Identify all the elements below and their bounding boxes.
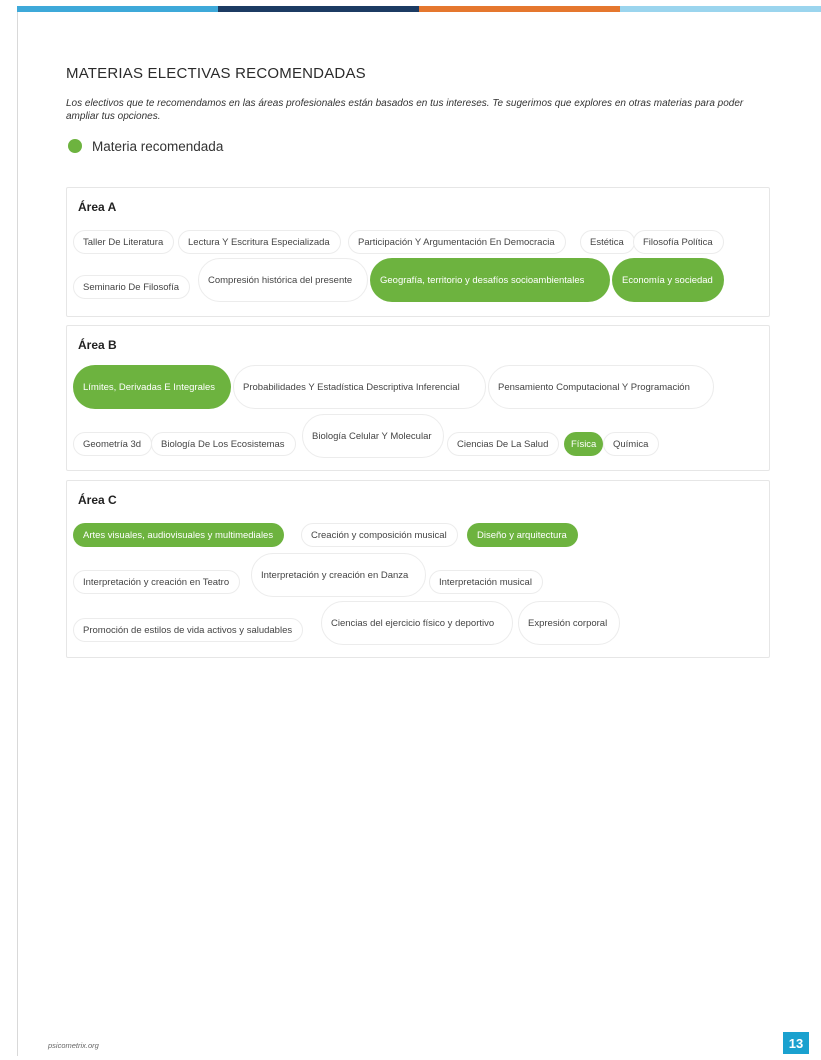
subject-chip[interactable]: Economía y sociedad	[612, 258, 724, 302]
report-header: MATERIAS ELECTIVAS RECOMENDADAS Los elec…	[66, 64, 770, 154]
subject-chip[interactable]: Promoción de estilos de vida activos y s…	[73, 618, 304, 642]
subject-chip[interactable]: Ciencias De La Salud	[447, 432, 560, 456]
subject-label: Promoción de estilos de vida activos y s…	[83, 624, 293, 636]
subject-label: Taller De Literatura	[83, 236, 164, 248]
subject-chip[interactable]: Geometría 3d	[73, 432, 153, 456]
subject-label: Filosofía Política	[643, 236, 713, 248]
footer-url[interactable]: psicometrix.org	[48, 1041, 99, 1050]
subject-label: Expresión corporal	[528, 617, 608, 629]
subject-label: Geometría 3d	[83, 438, 142, 450]
subject-chip[interactable]: Interpretación y creación en Danza	[251, 553, 426, 597]
subject-chip[interactable]: Límites, Derivadas E Integrales	[73, 365, 231, 409]
subject-chip[interactable]: Probabilidades Y Estadística Descriptiva…	[233, 365, 486, 409]
subject-label: Seminario De Filosofía	[83, 281, 180, 293]
subject-label: Participación Y Argumentación En Democra…	[358, 236, 555, 248]
topbar-segment	[218, 6, 419, 12]
subject-label: Diseño y arquitectura	[477, 529, 567, 541]
subject-chip[interactable]: Lectura Y Escritura Especializada	[178, 230, 341, 254]
topbar-segment	[620, 6, 821, 12]
subject-chip[interactable]: Biología De Los Ecosistemas	[151, 432, 296, 456]
subject-chip[interactable]: Diseño y arquitectura	[467, 523, 578, 547]
subject-label: Compresión histórica del presente	[208, 274, 353, 286]
subject-label: Lectura Y Escritura Especializada	[188, 236, 330, 248]
subject-chip[interactable]: Ciencias del ejercicio físico y deportiv…	[321, 601, 513, 645]
subject-label: Química	[613, 438, 649, 450]
subject-chip[interactable]: Taller De Literatura	[73, 230, 175, 254]
subject-chip[interactable]: Seminario De Filosofía	[73, 275, 191, 299]
area-title: Área B	[78, 338, 117, 352]
subject-chip[interactable]: Expresión corporal	[518, 601, 620, 645]
legend: Materia recomendada	[66, 138, 770, 154]
subject-label: Interpretación y creación en Teatro	[83, 576, 230, 588]
legend-label: Materia recomendada	[92, 138, 224, 154]
subject-chip[interactable]: Interpretación y creación en Teatro	[73, 570, 241, 594]
subject-chip[interactable]: Artes visuales, audiovisuales y multimed…	[73, 523, 285, 547]
page-title: MATERIAS ELECTIVAS RECOMENDADAS	[66, 65, 366, 82]
subject-label: Biología Celular Y Molecular	[312, 430, 432, 442]
subject-label: Física	[571, 438, 597, 450]
area-title: Área C	[78, 493, 117, 507]
subject-chip[interactable]: Creación y composición musical	[301, 523, 458, 547]
subject-label: Interpretación y creación en Danza	[261, 569, 409, 581]
subject-chip[interactable]: Participación Y Argumentación En Democra…	[348, 230, 566, 254]
subject-label: Geografía, territorio y desafíos socioam…	[380, 274, 585, 286]
subject-label: Ciencias De La Salud	[457, 438, 549, 450]
area-title: Área A	[78, 200, 117, 214]
subject-chip[interactable]: Biología Celular Y Molecular	[302, 414, 444, 458]
subject-label: Economía y sociedad	[622, 274, 713, 286]
top-color-bar	[17, 6, 821, 12]
page-number-badge: 13	[783, 1032, 809, 1054]
topbar-segment	[17, 6, 218, 12]
intro-text: Los electivos que te recomendamos en las…	[66, 98, 744, 122]
subject-label: Interpretación musical	[439, 576, 532, 588]
subject-chip[interactable]: Química	[603, 432, 660, 456]
subject-chip[interactable]: Física	[564, 432, 604, 456]
subject-label: Pensamiento Computacional Y Programación	[498, 381, 690, 393]
subject-chip[interactable]: Geografía, territorio y desafíos socioam…	[370, 258, 610, 302]
subject-label: Artes visuales, audiovisuales y multimed…	[83, 529, 274, 541]
subject-label: Creación y composición musical	[311, 529, 447, 541]
subject-label: Límites, Derivadas E Integrales	[83, 381, 216, 393]
subject-chip[interactable]: Interpretación musical	[429, 570, 543, 594]
subject-label: Probabilidades Y Estadística Descriptiva…	[243, 381, 460, 393]
area-b-card: Área B Límites, Derivadas E Integrales P…	[66, 325, 770, 471]
subject-label: Ciencias del ejercicio físico y deportiv…	[331, 617, 495, 629]
subject-chip[interactable]: Estética	[580, 230, 635, 254]
area-a-card: Área A Taller De Literatura Lectura Y Es…	[66, 187, 770, 317]
subject-chip[interactable]: Compresión histórica del presente	[198, 258, 368, 302]
subject-chip[interactable]: Pensamiento Computacional Y Programación	[488, 365, 714, 409]
subject-label: Biología De Los Ecosistemas	[161, 438, 285, 450]
recommended-dot-icon	[68, 139, 82, 153]
page-edge	[17, 12, 18, 1056]
topbar-segment	[419, 6, 620, 12]
subject-label: Estética	[590, 236, 624, 248]
subject-chip[interactable]: Filosofía Política	[633, 230, 724, 254]
area-c-card: Área C Artes visuales, audiovisuales y m…	[66, 480, 770, 658]
